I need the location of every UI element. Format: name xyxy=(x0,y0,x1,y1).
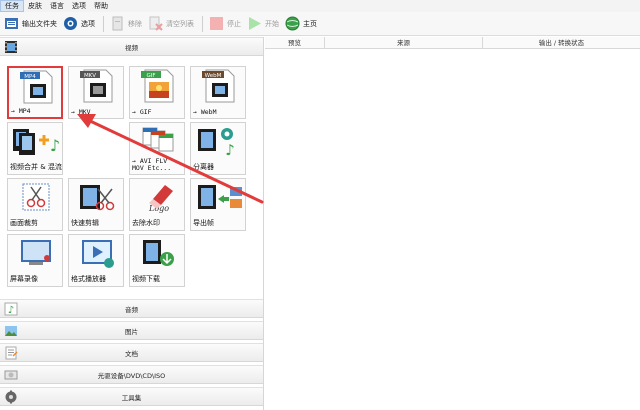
stop-label: 停止 xyxy=(227,19,241,28)
tile-splitter-label: 分离器 xyxy=(193,163,214,171)
tile-to-mkv-label: → MKV xyxy=(71,108,91,116)
tile-video-download-label: 视频下载 xyxy=(132,275,160,283)
menu-options[interactable]: 选项 xyxy=(68,0,90,12)
tile-export-frames[interactable]: 导出帧 xyxy=(190,178,246,231)
menu-task[interactable]: 任务 xyxy=(0,0,24,12)
function-panel: 视频 MP4 → MP4 MKV → MKV GIF → GIF WebM → … xyxy=(0,37,264,410)
tile-to-gif-label: → GIF xyxy=(132,108,152,116)
clear-list-icon xyxy=(148,16,163,31)
remove-icon xyxy=(110,16,125,31)
category-optical-header[interactable]: 光驱设备\DVD\CD\ISO xyxy=(0,365,263,384)
tile-to-mkv[interactable]: MKV → MKV xyxy=(68,66,124,119)
tile-format-player[interactable]: 格式播放器 xyxy=(68,234,124,287)
category-audio-header[interactable]: ♪ 音频 xyxy=(0,299,263,318)
options-icon xyxy=(63,16,78,31)
export-frames-icon xyxy=(198,185,242,209)
tile-video-merge-label: 视频合并 & 混流 xyxy=(10,163,62,171)
tile-remove-watermark-label: 去除水印 xyxy=(132,219,160,227)
tile-to-mp4-label: → MP4 xyxy=(11,107,31,115)
webm-file-icon: WebM xyxy=(202,69,235,103)
mkv-file-icon: MKV xyxy=(80,69,113,103)
tile-to-mp4[interactable]: MP4 → MP4 xyxy=(7,66,63,119)
tile-video-merge[interactable]: ♪ 视频合并 & 混流 xyxy=(7,122,63,175)
tile-video-download[interactable]: 视频下载 xyxy=(129,234,185,287)
tile-screen-record[interactable]: 屏幕录像 xyxy=(7,234,63,287)
tile-crop[interactable]: 画面裁剪 xyxy=(7,178,63,231)
stop-icon xyxy=(209,16,224,31)
tile-splitter[interactable]: ♪ 分离器 xyxy=(190,122,246,175)
category-video-header[interactable]: 视频 xyxy=(0,37,263,56)
tile-quick-cut-label: 快速剪辑 xyxy=(71,219,99,227)
tile-crop-label: 画面裁剪 xyxy=(10,219,38,227)
tile-to-gif[interactable]: GIF → GIF xyxy=(129,66,185,119)
remove-button[interactable]: 移除 xyxy=(108,13,146,35)
eraser-icon: Logo xyxy=(148,185,173,213)
toolbar-separator xyxy=(202,15,203,32)
mp4-badge: MP4 xyxy=(24,74,36,80)
options-label: 选项 xyxy=(81,19,95,28)
column-preview[interactable]: 预览 xyxy=(265,37,325,49)
category-optical-label: 光驱设备\DVD\CD\ISO xyxy=(97,371,166,380)
gif-file-icon: GIF xyxy=(141,69,174,103)
tile-export-frames-label: 导出帧 xyxy=(193,219,214,227)
crop-icon xyxy=(22,183,50,211)
home-button[interactable]: 主页 xyxy=(283,13,321,35)
tile-screen-record-label: 屏幕录像 xyxy=(10,275,38,283)
folder-icon xyxy=(4,16,19,31)
tile-to-webm-label: → WebM xyxy=(193,108,217,116)
category-image-label: 图片 xyxy=(125,327,138,336)
clear-list-label: 清空列表 xyxy=(166,19,194,28)
output-folder-button[interactable]: 输出文件夹 xyxy=(2,13,61,35)
tile-quick-cut[interactable]: 快速剪辑 xyxy=(68,178,124,231)
category-video-label: 视频 xyxy=(125,43,138,52)
tile-format-player-label: 格式播放器 xyxy=(71,275,106,283)
options-button[interactable]: 选项 xyxy=(61,13,99,35)
splitter-icon: ♪ xyxy=(198,128,235,159)
category-tools-label: 工具集 xyxy=(121,393,142,402)
stop-button[interactable]: 停止 xyxy=(207,13,245,35)
tile-avi-label-line2: MOV Etc... xyxy=(132,164,172,172)
menu-skin[interactable]: 皮肤 xyxy=(24,0,46,12)
start-button[interactable]: 开始 xyxy=(245,13,283,35)
column-source[interactable]: 来源 xyxy=(325,37,483,49)
play-icon xyxy=(247,16,262,31)
gif-badge: GIF xyxy=(146,73,155,79)
tile-to-avi-flv-mov[interactable]: → AVI FLV MOV Etc... xyxy=(129,122,185,175)
menu-help[interactable]: 帮助 xyxy=(90,0,112,12)
output-folder-label: 输出文件夹 xyxy=(22,19,57,28)
menu-language[interactable]: 语言 xyxy=(46,0,68,12)
start-label: 开始 xyxy=(265,19,279,28)
home-label: 主页 xyxy=(303,19,317,28)
webm-badge: WebM xyxy=(205,73,222,79)
mp4-file-icon: MP4 xyxy=(20,70,53,104)
clear-list-button[interactable]: 清空列表 xyxy=(146,13,198,35)
category-document-header[interactable]: 文档 xyxy=(0,343,263,362)
video-download-icon xyxy=(143,240,174,266)
tile-to-webm[interactable]: WebM → WebM xyxy=(190,66,246,119)
category-document-label: 文档 xyxy=(125,349,138,358)
toolbar: 输出文件夹 选项 移除 清空列表 停止 开始 主页 xyxy=(0,12,640,36)
video-function-grid: MP4 → MP4 MKV → MKV GIF → GIF WebM → Web… xyxy=(0,56,263,296)
svg-text:♪: ♪ xyxy=(225,141,235,159)
category-tools-header[interactable]: 工具集 xyxy=(0,387,263,406)
category-audio-label: 音频 xyxy=(125,305,138,314)
globe-icon xyxy=(285,16,300,31)
category-image-header[interactable]: 图片 xyxy=(0,321,263,340)
tile-remove-watermark[interactable]: Logo 去除水印 xyxy=(129,178,185,231)
video-merge-icon: ♪ xyxy=(13,129,60,155)
player-icon xyxy=(82,240,114,268)
svg-text:♪: ♪ xyxy=(50,136,60,155)
quick-cut-icon xyxy=(80,185,115,211)
remove-label: 移除 xyxy=(128,19,142,28)
screen-record-icon xyxy=(21,240,51,265)
multi-format-icon xyxy=(142,127,174,152)
column-output-status[interactable]: 输出 / 转换状态 xyxy=(483,37,640,49)
file-list-panel[interactable]: 预览 来源 输出 / 转换状态 xyxy=(265,37,640,410)
menu-bar: 任务 皮肤 语言 选项 帮助 xyxy=(0,0,640,12)
mkv-badge: MKV xyxy=(84,73,96,79)
toolbar-separator xyxy=(103,15,104,32)
